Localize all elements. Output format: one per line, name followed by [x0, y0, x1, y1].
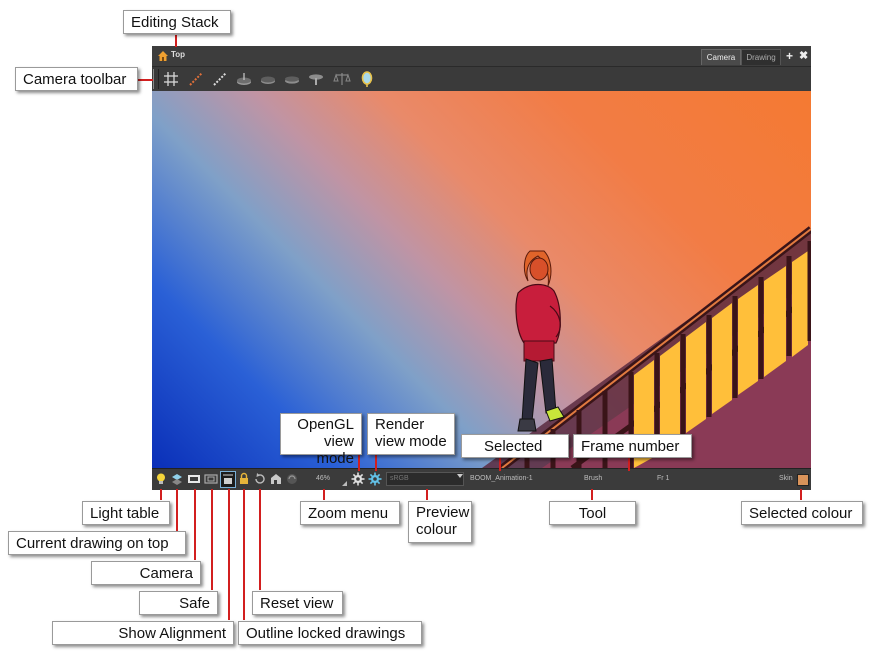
frame-number: Fr 1 — [657, 475, 670, 482]
safe-area-icon[interactable] — [204, 472, 218, 486]
camera-toolbar — [152, 67, 811, 91]
connector-render — [375, 455, 377, 471]
connector-frame-number — [628, 458, 630, 471]
selected-colour-name: Skin — [779, 475, 793, 482]
callout-tool: Tool — [549, 501, 636, 525]
reset-zoom-icon[interactable] — [269, 472, 283, 486]
connector-reset-view — [259, 489, 261, 590]
camera-mask-icon[interactable] — [187, 472, 201, 486]
add-view-icon[interactable]: + — [786, 49, 793, 63]
toolbar-grip-handle[interactable] — [153, 69, 159, 89]
callout-render-view-mode: Render view mode — [367, 413, 455, 455]
turn-table-icon[interactable] — [235, 70, 253, 88]
connector-camera-toolbar — [138, 79, 153, 81]
zoom-menu[interactable]: 46% — [316, 475, 330, 482]
editing-stack-label[interactable]: Top — [171, 50, 185, 59]
show-alignment-icon[interactable] — [220, 471, 236, 488]
camera-viewport[interactable] — [152, 91, 811, 468]
selected-element-name: BOOM_Animation-1 — [470, 475, 533, 482]
callout-camera-toolbar: Camera toolbar — [15, 67, 138, 91]
current-drawing-on-top-icon[interactable] — [170, 472, 184, 486]
connector-camera — [194, 489, 196, 560]
callout-current-drawing-on-top: Current drawing on top — [8, 531, 186, 555]
callout-safe: Safe — [139, 591, 218, 615]
connector-tool — [591, 489, 593, 500]
connector-show-alignment — [228, 489, 230, 620]
connector-outline-locked — [243, 489, 245, 620]
preview-colour-select[interactable]: sRGB — [386, 472, 464, 486]
view-titlebar: Top Camera Drawing + ✖ — [152, 46, 811, 67]
connector-selected — [499, 458, 501, 471]
callout-opengl-view-mode: OpenGL view mode — [280, 413, 362, 467]
reset-zoom-icon[interactable] — [307, 70, 325, 88]
flip-icon[interactable] — [283, 70, 301, 88]
connector-selected-colour — [800, 489, 802, 500]
callout-outline-locked-drawings: Outline locked drawings — [238, 621, 422, 645]
connector-opengl — [358, 455, 360, 471]
opengl-view-mode-icon[interactable] — [351, 472, 365, 486]
connector-zoom-menu — [323, 489, 325, 500]
connector-editing-stack — [175, 35, 177, 47]
close-icon[interactable]: ✖ — [799, 49, 808, 62]
camera-view-window: Top Camera Drawing + ✖ 46% sRGB BOOM_Ani… — [152, 46, 811, 490]
callout-camera: Camera — [91, 561, 201, 585]
callout-reset-view: Reset view — [252, 591, 343, 615]
current-tool-name: Brush — [584, 475, 603, 482]
callout-zoom-menu: Zoom menu — [300, 501, 400, 525]
callout-show-alignment: Show Alignment — [52, 621, 234, 645]
connector-current-drawing — [176, 489, 178, 531]
tab-drawing[interactable]: Drawing — [741, 49, 781, 65]
tab-camera[interactable]: Camera — [701, 49, 741, 65]
zoom-dropdown-icon[interactable] — [342, 481, 347, 486]
view-statusbar: 46% sRGB BOOM_Animation-1 Brush Fr 1 Ski… — [152, 468, 811, 490]
preview-colour-value: sRGB — [390, 475, 409, 482]
preview-colour-dropdown-icon[interactable] — [457, 474, 463, 478]
outline-locked-drawings-icon[interactable] — [237, 472, 251, 486]
reset-rotation-icon[interactable] — [259, 70, 277, 88]
character — [515, 250, 565, 432]
reset-view-icon[interactable] — [253, 472, 267, 486]
grid-icon[interactable] — [162, 70, 180, 88]
scene-artwork — [482, 226, 811, 468]
callout-light-table: Light table — [82, 501, 170, 525]
connector-safe — [211, 489, 213, 590]
callout-preview-colour: Preview colour — [408, 501, 472, 543]
callout-selected-colour: Selected colour — [741, 501, 863, 525]
reset-rotation-icon[interactable] — [285, 472, 299, 486]
light-table-strip-icon[interactable] — [211, 70, 229, 88]
connector-light-table — [160, 489, 162, 500]
callout-frame-number: Frame number — [573, 434, 692, 458]
light-table-icon[interactable] — [154, 472, 168, 486]
selected-colour-swatch[interactable] — [797, 474, 809, 486]
mirror-icon[interactable] — [358, 70, 376, 88]
balance-icon[interactable] — [333, 70, 351, 88]
render-view-mode-icon[interactable] — [368, 472, 382, 486]
connector-preview-colour — [426, 489, 428, 500]
onion-skin-icon[interactable] — [187, 70, 205, 88]
home-icon[interactable] — [158, 51, 168, 61]
callout-editing-stack: Editing Stack — [123, 10, 231, 34]
callout-selected: Selected — [461, 434, 569, 458]
